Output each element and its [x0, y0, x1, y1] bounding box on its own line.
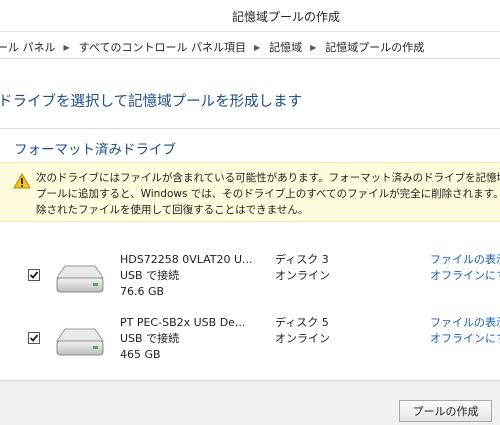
main-content: ドライブを選択して記憶域プールを形成します フォーマット済みドライブ 次のドライ…	[0, 60, 500, 380]
breadcrumb-item-all-items[interactable]: すべてのコントロール パネル項目	[79, 39, 246, 55]
page-title: ドライブを選択して記憶域プールを形成します	[0, 94, 303, 110]
window-title: 記憶域プールの作成	[232, 10, 341, 24]
breadcrumb-item-control-panel[interactable]: ール パネル	[0, 39, 56, 55]
drive-status: ディスク 5 オンライン	[275, 315, 330, 347]
drive-size: 76.6 GB	[120, 285, 165, 298]
drive-connection: USB で接続	[120, 269, 180, 282]
chevron-right-icon[interactable]: ▶	[254, 43, 260, 52]
breadcrumb: ール パネル ▶ すべてのコントロール パネル項目 ▶ 記憶域 ▶ 記憶域プール…	[0, 39, 424, 55]
drive-name: PT PEC-SB2x USB De...	[120, 316, 246, 329]
drive-links: ファイルの表示 オフラインにする	[430, 252, 500, 284]
breadcrumb-item-storage-spaces[interactable]: 記憶域	[269, 39, 302, 55]
create-pool-button[interactable]: プールの作成	[399, 400, 492, 422]
section-heading-formatted-drives: フォーマット済みドライブ	[14, 142, 176, 158]
drive-disk-number: ディスク 5	[275, 316, 329, 329]
warning-text: 次のドライブにはファイルが含まれている可能性があります。フォーマット済みのドライ…	[36, 172, 500, 216]
drive-row: PT PEC-SB2x USB De... USB で接続 465 GB ディス…	[0, 315, 500, 371]
drive-online-status: オンライン	[275, 269, 330, 282]
title-bar: 記憶域プールの作成	[0, 0, 500, 31]
view-files-link[interactable]: ファイルの表示	[430, 252, 500, 268]
drive-info: HDS72258 0VLAT20 U... USB で接続 76.6 GB	[120, 252, 253, 300]
drive-disk-number: ディスク 3	[275, 253, 329, 266]
drive-checkbox[interactable]	[28, 269, 40, 281]
breadcrumb-item-create-pool[interactable]: 記憶域プールの作成	[325, 39, 424, 55]
drive-links: ファイルの表示 オフラインにする	[430, 315, 500, 347]
drive-online-status: オンライン	[275, 332, 330, 345]
chevron-right-icon[interactable]: ▶	[310, 43, 316, 52]
warning-banner: 次のドライブにはファイルが含まれている可能性があります。フォーマット済みのドライ…	[0, 162, 500, 222]
drive-name: HDS72258 0VLAT20 U...	[120, 253, 253, 266]
hard-drive-icon	[56, 265, 104, 293]
warning-icon	[13, 173, 31, 189]
take-offline-link[interactable]: オフラインにする	[430, 268, 500, 284]
checkmark-icon	[29, 334, 39, 342]
drive-status: ディスク 3 オンライン	[275, 252, 330, 284]
hard-drive-icon	[56, 328, 104, 356]
view-files-link[interactable]: ファイルの表示	[430, 315, 500, 331]
drive-info: PT PEC-SB2x USB De... USB で接続 465 GB	[120, 315, 245, 363]
footer-bar: プールの作成	[0, 380, 500, 425]
address-bar[interactable]: ール パネル ▶ すべてのコントロール パネル項目 ▶ 記憶域 ▶ 記憶域プール…	[0, 31, 500, 59]
drive-size: 465 GB	[120, 348, 161, 361]
drive-connection: USB で接続	[120, 332, 180, 345]
take-offline-link[interactable]: オフラインにする	[430, 331, 500, 347]
chevron-right-icon[interactable]: ▶	[64, 43, 70, 52]
drive-row: HDS72258 0VLAT20 U... USB で接続 76.6 GB ディ…	[0, 250, 500, 306]
drive-checkbox[interactable]	[28, 332, 40, 344]
divider	[0, 128, 500, 129]
checkmark-icon	[29, 271, 39, 279]
